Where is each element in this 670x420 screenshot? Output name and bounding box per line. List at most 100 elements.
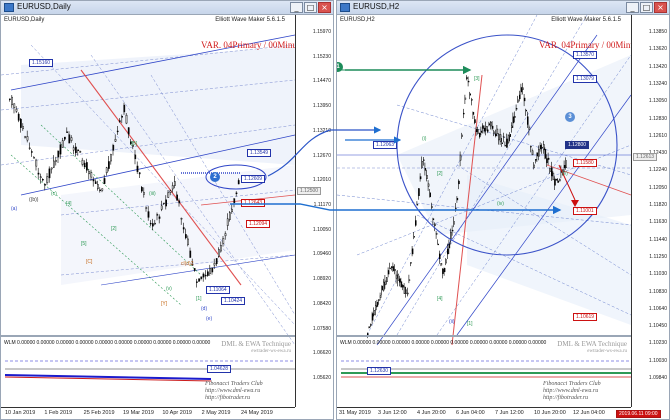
right-window-title: EURUSD,H2 <box>353 2 400 11</box>
price-tick-label: 1.12610 <box>648 132 667 139</box>
candle-body <box>222 238 225 244</box>
candle-body <box>235 192 238 194</box>
candle-body <box>237 180 240 185</box>
right-subwindow-label: WLM 0.00000 0.00000 0.00000 0.00000 0.00… <box>340 340 547 346</box>
candle-body <box>475 129 478 132</box>
time-tick-label: 24 May 2019 <box>241 410 273 416</box>
wave-label: (c) <box>51 191 57 197</box>
price-tick-label: 1.06620 <box>312 350 331 357</box>
candle-body <box>39 176 42 178</box>
candle-body <box>496 128 499 134</box>
left-window-buttons: _ □ × <box>290 2 331 13</box>
candle-body <box>28 147 31 149</box>
candle-body <box>539 145 542 150</box>
time-tick-label: 31 May 2019 <box>339 410 371 416</box>
candle-body <box>42 179 44 181</box>
candle-body <box>394 269 396 271</box>
callout-number-badge: 2 <box>210 172 220 182</box>
price-level-badge: 1.12609 <box>241 175 266 183</box>
candle-body <box>522 87 524 90</box>
candle-body <box>176 194 178 201</box>
candle-body <box>101 188 104 191</box>
candle-body <box>202 273 205 278</box>
candle-body <box>535 159 537 161</box>
candle-body <box>375 305 377 311</box>
right-brand-line2: ewtrader-ws-ewa.ru <box>587 349 627 354</box>
candle-body <box>517 99 519 103</box>
candle-body <box>515 108 518 110</box>
price-tick-label: 1.13850 <box>648 29 667 35</box>
right-title-bar[interactable]: EURUSD,H2 _ □ × <box>337 1 669 15</box>
candle-body <box>408 279 411 281</box>
time-tick-label: 6 Jun 04:00 <box>456 410 485 416</box>
price-tick-label: 1.15970 <box>312 29 331 35</box>
left-symbol-label: EURUSD,Daily <box>4 17 45 23</box>
candle-body <box>485 125 487 131</box>
wave-label: ((b)) <box>29 197 39 203</box>
candle-body <box>99 189 101 191</box>
right-time-axis[interactable]: 31 May 2019 3 Jun 12:00 4 Jun 20:00 6 Jun 0… <box>337 407 631 419</box>
price-tick-label: 1.09460 <box>312 251 331 258</box>
minimize-button[interactable]: _ <box>626 2 639 13</box>
price-tick-label: 1.13240 <box>648 80 667 87</box>
candle-body <box>70 137 73 141</box>
candle-body <box>121 115 123 118</box>
left-title-bar[interactable]: EURUSD,Daily _ □ × <box>1 1 333 15</box>
candle-body <box>536 152 539 157</box>
left-time-axis[interactable]: 10 Jan 2019 1 Feb 2019 25 Feb 2019 19 Mar 2… <box>1 407 295 419</box>
candle-body <box>143 192 145 195</box>
candle-body <box>213 262 216 266</box>
candle-body <box>379 295 382 298</box>
candle-body <box>552 172 555 180</box>
candle-body <box>373 310 375 316</box>
wave-label: [3] <box>474 76 480 82</box>
left-price-axis[interactable]: 1.15970 1.15230 1.14470 1.13950 1.13210 1.126… <box>295 15 333 407</box>
candle-body <box>407 292 409 295</box>
candle-body <box>193 268 196 271</box>
maximize-button[interactable]: □ <box>304 2 317 13</box>
time-tick-label: 2 May 2019 <box>201 410 231 416</box>
maximize-button[interactable]: □ <box>640 2 653 13</box>
right-price-axis[interactable]: 1.13850 1.13620 1.13420 1.13240 1.13050 1.128… <box>631 15 669 407</box>
candle-body <box>86 162 88 171</box>
price-level-badge: 1.12500 <box>297 187 322 195</box>
price-tick-label: 1.11630 <box>649 219 667 226</box>
candle-body <box>488 123 491 126</box>
candle-body <box>229 212 231 220</box>
price-level-badge: 1.12643 <box>241 199 266 207</box>
candle-body <box>381 285 383 291</box>
close-button[interactable]: × <box>654 2 667 13</box>
candle-body <box>474 119 476 123</box>
left-club-text: Fibonacci Traders Club http://www.dml-ew… <box>205 381 263 402</box>
price-tick-label: 1.15230 <box>312 53 331 60</box>
candle-body <box>57 150 60 158</box>
price-tick-label: 1.12010 <box>312 177 331 184</box>
candle-body <box>448 243 451 249</box>
candle-body <box>395 274 398 279</box>
candle-body <box>174 181 176 186</box>
time-tick-label: 10 Jun 20:00 <box>534 410 566 416</box>
candle-body <box>426 175 428 179</box>
close-button[interactable]: × <box>318 2 331 13</box>
candle-body <box>463 112 465 115</box>
price-tick-label: 1.13210 <box>312 127 331 134</box>
candle-body <box>134 154 137 160</box>
candle-body <box>119 120 121 122</box>
left-variant-label: VAR. 04Primary / 00Minute <box>201 40 304 50</box>
price-level-badge: 1.12063 <box>373 141 398 149</box>
candle-body <box>77 149 79 151</box>
price-tick-label: 1.12830 <box>648 115 667 122</box>
minimize-button[interactable]: _ <box>290 2 303 13</box>
wave-label: (v) <box>166 286 172 292</box>
candle-body <box>519 94 521 100</box>
time-tick-label: 10 Apr 2019 <box>162 410 192 416</box>
right-chart-window[interactable]: EURUSD,H2 _ □ × [3] (i) [4] (ii) (iv) (v) [2] [… <box>336 0 670 420</box>
left-chart-window[interactable]: EURUSD,Daily _ □ × (b)((b))(c)[4](a)[5][… <box>0 0 334 420</box>
price-level-badge: 1.12800 <box>565 141 590 149</box>
right-subwindow-separator[interactable] <box>337 335 631 337</box>
candle-body <box>443 268 446 273</box>
price-tick-label: 1.13620 <box>648 46 667 53</box>
candle-body <box>490 121 492 127</box>
left-subwindow-separator[interactable] <box>1 335 295 337</box>
candle-body <box>512 116 515 124</box>
